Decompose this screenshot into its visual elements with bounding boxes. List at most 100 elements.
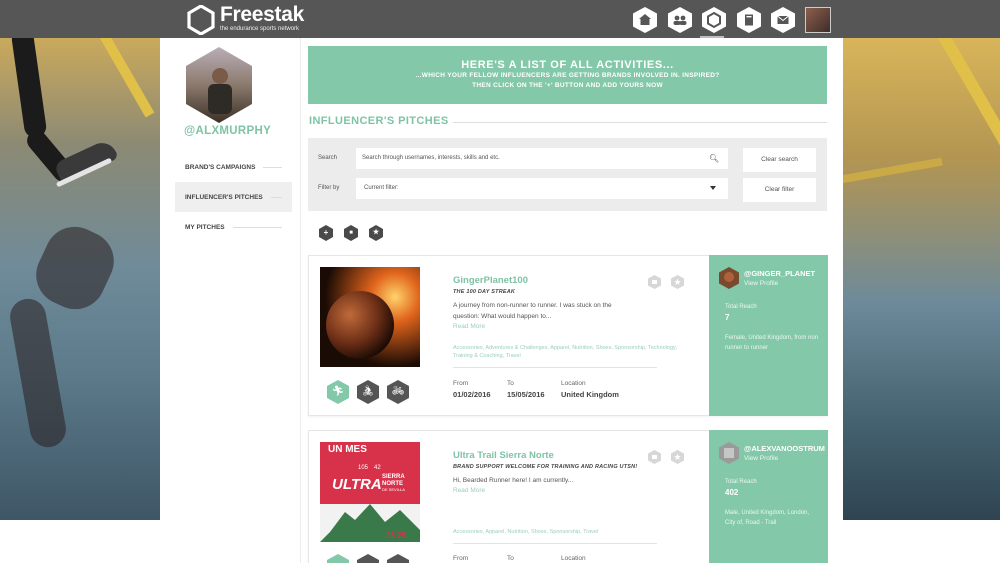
influencer-handle[interactable]: @ALEXVANOOSTRUM	[744, 444, 825, 453]
filter-value: Current filter:	[364, 185, 399, 191]
pitch-tags: Accessories, Apparel, Nutrition, Shoes, …	[453, 529, 599, 535]
book-icon[interactable]	[736, 7, 762, 33]
bike-icon[interactable]: 🚲︎	[387, 380, 409, 404]
profile-avatar[interactable]	[184, 46, 254, 129]
card-divider	[453, 367, 657, 368]
search-panel: Search Search through usernames, interes…	[308, 138, 827, 211]
svg-text:UN MES: UN MES	[328, 444, 367, 455]
logo-name: Freestak	[220, 3, 304, 26]
sidebar-item-my-pitches[interactable]: MY PITCHES	[175, 212, 292, 242]
main-content: HERE'S A LIST OF ALL ACTIVITIES... ...WH…	[301, 38, 843, 563]
location-label: Location	[561, 380, 586, 387]
card-divider	[453, 543, 657, 544]
save-folder-icon[interactable]	[648, 275, 661, 289]
home-icon[interactable]	[632, 7, 658, 33]
location-label: Location	[561, 555, 586, 562]
mail-icon[interactable]	[770, 7, 796, 33]
svg-text:42: 42	[374, 465, 381, 471]
svg-text:SIERRA: SIERRA	[382, 474, 405, 480]
cycling-icon[interactable]: 🚴︎	[357, 380, 379, 404]
influencer-avatar[interactable]	[719, 442, 739, 464]
background-photo-left	[0, 38, 160, 520]
pitch-subtitle: THE 100 DAY STREAK	[453, 289, 516, 295]
total-reach-value: 402	[725, 488, 739, 497]
sport-icons: 🏃︎ 🚴︎ 🚲︎	[327, 380, 417, 404]
influencer-avatar[interactable]	[719, 267, 739, 289]
pitch-card[interactable]: GingerPlanet100 THE 100 DAY STREAK A jou…	[308, 255, 828, 416]
pitch-description: A journey from non-runner to runner. I w…	[453, 302, 612, 320]
bike-icon[interactable]	[387, 554, 409, 563]
clear-search-button[interactable]: Clear search	[743, 148, 816, 172]
pitch-image: UN MES 105 42 ULTRA SIERRA NORTE DE SEVI…	[320, 442, 420, 542]
banner-line-1: ...WHICH YOUR FELLOW INFLUENCERS ARE GET…	[415, 72, 720, 79]
running-icon[interactable]: 🏃︎	[327, 380, 349, 404]
freestak-logo[interactable]: Freestak the endurance sports network	[186, 3, 304, 36]
banner-line-2: THEN CLICK ON THE '+' BUTTON AND ADD YOU…	[472, 82, 663, 89]
logo-hexagon-icon	[186, 4, 216, 36]
pitch-card[interactable]: UN MES 105 42 ULTRA SIERRA NORTE DE SEVI…	[308, 430, 828, 563]
filter-select[interactable]: Current filter:	[356, 178, 728, 199]
section-divider	[453, 122, 827, 123]
pitches-icon[interactable]	[701, 7, 727, 33]
influencer-handle[interactable]: @GINGER_PLANET	[744, 269, 815, 278]
location-value: United Kingdom	[561, 390, 619, 399]
influencer-description: Male, United Kingdom, London, City of, R…	[725, 510, 810, 526]
sidebar-item-label: MY PITCHES	[185, 223, 225, 231]
view-profile-link[interactable]: View Profile	[744, 280, 778, 287]
search-icon[interactable]: 🔍︎	[709, 154, 719, 163]
cycling-icon[interactable]	[357, 554, 379, 563]
pitch-subtitle: BRAND SUPPORT WELCOME FOR TRAINING AND R…	[453, 464, 638, 470]
card-actions	[648, 450, 694, 464]
top-header: Freestak the endurance sports network	[0, 0, 1000, 39]
background-photo-right	[843, 38, 1000, 520]
view-profile-link[interactable]: View Profile	[744, 455, 778, 462]
total-reach-label: Total Reach	[725, 304, 757, 310]
from-label: From	[453, 555, 469, 562]
pitch-title[interactable]: Ultra Trail Sierra Norte	[453, 450, 554, 461]
clear-filter-button[interactable]: Clear filter	[743, 178, 816, 202]
svg-text:ULTRA: ULTRA	[332, 476, 382, 493]
logo-tagline: the endurance sports network	[220, 26, 300, 32]
pitch-title[interactable]: GingerPlanet100	[453, 275, 528, 286]
sidebar-item-label: INFLUENCER'S PITCHES	[185, 193, 263, 201]
to-date: 15/05/2016	[507, 390, 545, 399]
info-banner: HERE'S A LIST OF ALL ACTIVITIES... ...WH…	[308, 46, 827, 104]
profile-username: @ALXMURPHY	[184, 125, 272, 137]
sidebar-item-brands-campaigns[interactable]: BRAND'S CAMPAIGNS	[175, 152, 292, 182]
svg-text:28 29: 28 29	[386, 531, 407, 540]
from-label: From	[453, 380, 469, 387]
card-actions	[648, 275, 694, 289]
sidebar-item-label: BRAND'S CAMPAIGNS	[185, 163, 256, 171]
sidebar-item-influencers-pitches[interactable]: INFLUENCER'S PITCHES	[175, 182, 292, 212]
star-icon[interactable]: ★	[369, 225, 383, 241]
section-title: INFLUENCER'S PITCHES	[309, 115, 449, 127]
favorite-star-icon[interactable]	[671, 450, 684, 464]
main-nav	[632, 7, 831, 33]
total-reach-value: 7	[725, 313, 730, 322]
chevron-down-icon	[710, 186, 716, 190]
sidebar: @ALXMURPHY BRAND'S CAMPAIGNS INFLUENCER'…	[160, 38, 301, 563]
save-folder-icon[interactable]	[648, 450, 661, 464]
sport-icons	[327, 554, 417, 563]
pitch-tags: Accessories, Adventures & Challenges, Ap…	[453, 345, 677, 359]
to-label: To	[507, 380, 514, 387]
search-placeholder: Search through usernames, interests, ski…	[362, 155, 500, 161]
banner-title: HERE'S A LIST OF ALL ACTIVITIES...	[461, 59, 674, 71]
read-more-link[interactable]: Read More	[453, 323, 485, 330]
favorite-star-icon[interactable]	[671, 275, 684, 289]
from-date: 01/02/2016	[453, 390, 491, 399]
total-reach-label: Total Reach	[725, 479, 757, 485]
influencer-description: Female, United Kingdom, from non runner …	[725, 335, 819, 351]
read-more-link[interactable]: Read More	[453, 487, 485, 494]
community-icon[interactable]	[667, 7, 693, 33]
search-input[interactable]: Search through usernames, interests, ski…	[356, 148, 728, 169]
svg-text:DE SEVILLA: DE SEVILLA	[382, 487, 405, 492]
running-icon[interactable]	[327, 554, 349, 563]
filter-label: Filter by	[318, 185, 340, 191]
folder-icon[interactable]: ■	[344, 225, 358, 241]
add-pitch-icon[interactable]: +	[319, 225, 333, 241]
user-avatar[interactable]	[804, 7, 831, 33]
pitch-tools: + ■ ★	[319, 225, 394, 241]
to-label: To	[507, 555, 514, 562]
search-label: Search	[318, 155, 338, 161]
